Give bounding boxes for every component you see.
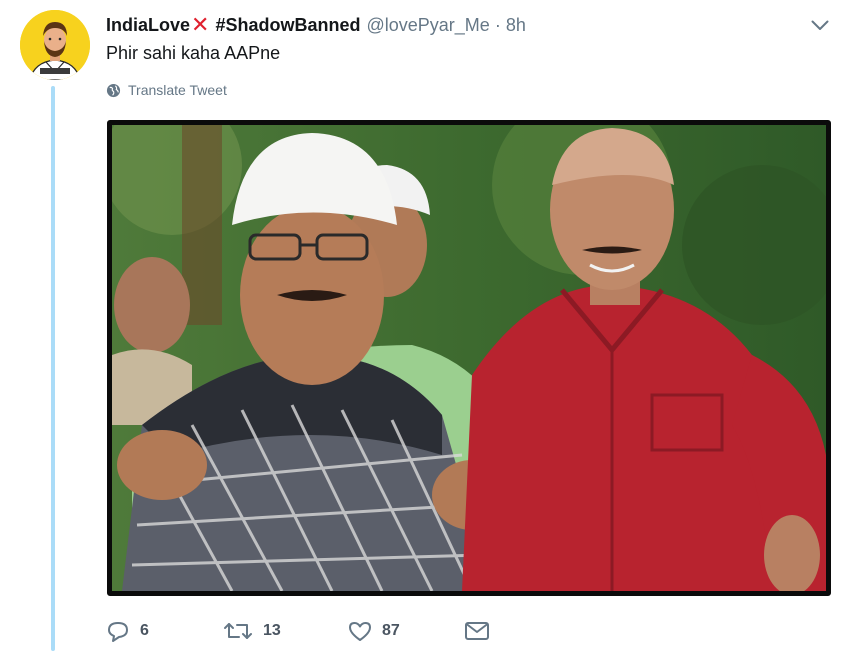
- retweet-button[interactable]: 13: [223, 620, 348, 642]
- like-button[interactable]: 87: [348, 620, 464, 642]
- tweet-media-photo[interactable]: [107, 120, 831, 596]
- like-count: 87: [382, 622, 400, 639]
- avatar[interactable]: [20, 10, 90, 80]
- tweet-timestamp[interactable]: 8h: [506, 15, 526, 36]
- retweet-count: 13: [263, 622, 281, 639]
- cross-mark-icon: ✕: [191, 12, 210, 37]
- translate-label: Translate Tweet: [128, 82, 227, 98]
- hashtag-in-name[interactable]: #ShadowBanned: [215, 15, 360, 36]
- chevron-down-icon: [811, 20, 829, 30]
- tweet-actions: 6 13 87: [106, 617, 500, 645]
- tweet-text: Phir sahi kaha AAPne: [106, 43, 281, 63]
- user-handle[interactable]: @lovePyar_Me: [366, 15, 489, 36]
- reply-button[interactable]: 6: [106, 620, 223, 642]
- direct-message-button[interactable]: [464, 621, 500, 641]
- retweet-icon: [224, 623, 252, 639]
- photo: [112, 125, 826, 591]
- reply-icon: [108, 622, 128, 642]
- reply-count: 6: [140, 622, 149, 639]
- avatar-illustration: [20, 10, 90, 80]
- translate-tweet-link[interactable]: Translate Tweet: [106, 82, 227, 98]
- heart-icon: [349, 622, 371, 641]
- display-name[interactable]: IndiaLove: [106, 15, 190, 36]
- globe-icon: [106, 83, 121, 97]
- thread-line: [51, 86, 55, 651]
- envelope-icon: [465, 622, 489, 640]
- separator-dot: ·: [494, 14, 501, 35]
- tweet-options-button[interactable]: [810, 17, 830, 33]
- tweet-header: IndiaLove ✕ #ShadowBanned @lovePyar_Me ·…: [106, 12, 526, 38]
